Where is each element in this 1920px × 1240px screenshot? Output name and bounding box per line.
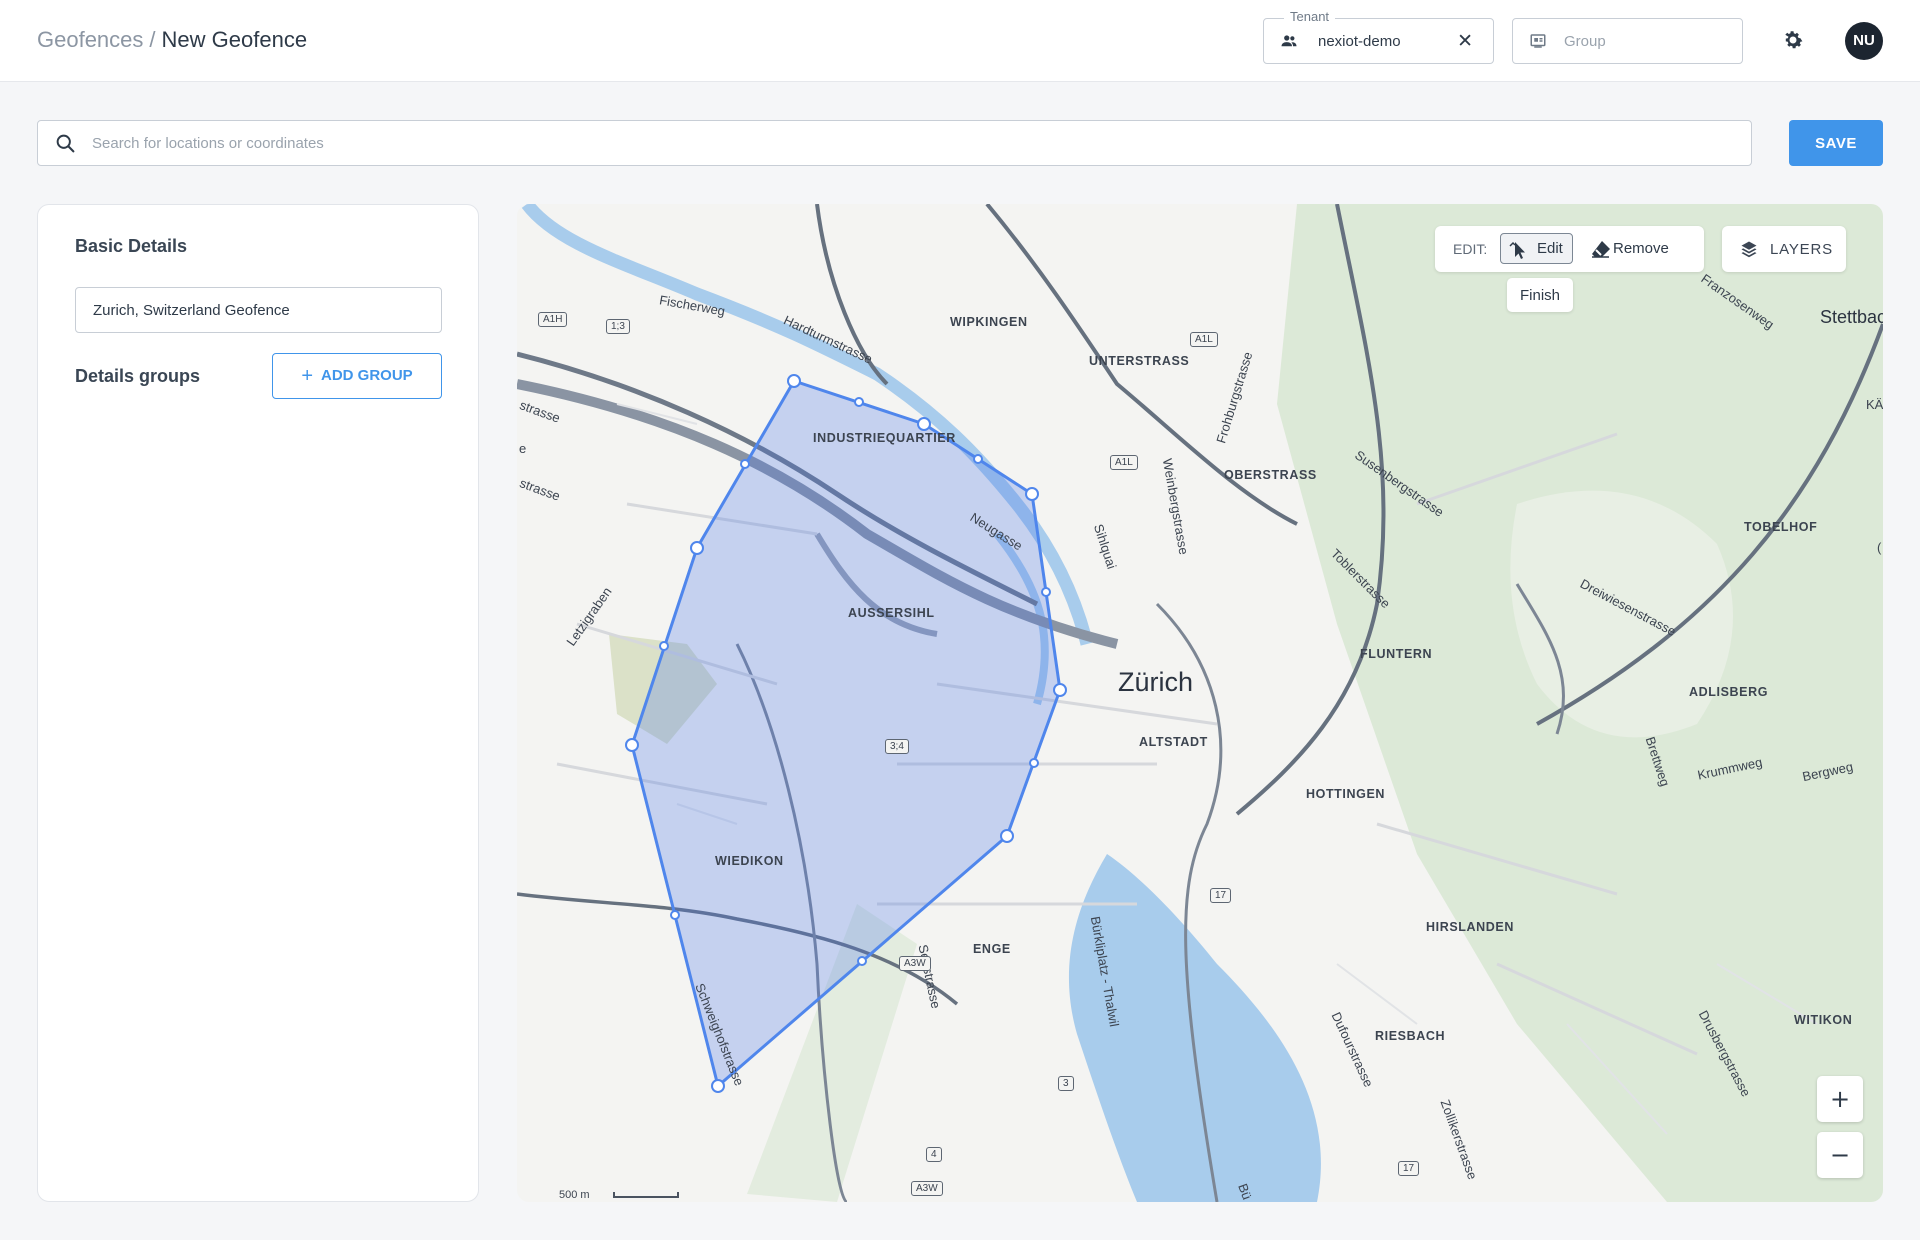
layers-label: LAYERS <box>1770 240 1833 258</box>
layers-button[interactable]: LAYERS <box>1722 226 1846 272</box>
district-label: WIEDIKON <box>715 854 784 868</box>
search-input[interactable] <box>92 129 1732 157</box>
road-shield: 17 <box>1398 1161 1420 1176</box>
basic-details-title: Basic Details <box>75 236 188 256</box>
road-shield: 3;4 <box>885 739 909 754</box>
zoom-in-button[interactable]: + <box>1817 1076 1863 1122</box>
place-label: KÄ <box>1866 397 1883 412</box>
breadcrumb-separator: / <box>149 27 156 52</box>
district-label: ADLISBERG <box>1689 685 1769 699</box>
road-shield: A3W <box>911 1181 943 1196</box>
tenant-select[interactable]: Tenant nexiot-demo ✕ <box>1263 9 1494 64</box>
road-shield: 3 <box>1058 1076 1074 1091</box>
layers-icon <box>1741 241 1757 258</box>
eraser-icon <box>1592 241 1610 258</box>
road-shield: A3W <box>899 956 931 971</box>
zoom-out-button[interactable]: − <box>1817 1132 1863 1178</box>
district-label: ENGE <box>973 942 1011 956</box>
district-label: ALTSTADT <box>1139 735 1208 749</box>
edit-toolbar-label: EDIT: <box>1453 241 1488 257</box>
plus-icon: + <box>301 364 313 387</box>
search-icon <box>55 133 76 159</box>
road-shield: A1H <box>538 312 568 327</box>
breadcrumb-geofences-link[interactable]: Geofences <box>37 27 143 52</box>
road-shield: 1;3 <box>606 319 630 334</box>
road-shield: A1L <box>1190 332 1218 347</box>
scale-bar <box>613 1192 679 1198</box>
gear-icon[interactable] <box>1781 28 1805 57</box>
users-icon <box>1280 32 1298 55</box>
save-button[interactable]: SAVE <box>1789 120 1883 166</box>
details-groups-label: Details groups <box>75 366 201 386</box>
cursor-edit-icon <box>1509 241 1525 259</box>
edit-shape-button[interactable]: Edit <box>1500 233 1573 264</box>
district-label: FLUNTERN <box>1360 647 1433 661</box>
add-group-label: ADD GROUP <box>321 366 413 384</box>
clear-tenant-icon[interactable]: ✕ <box>1457 30 1473 53</box>
add-group-button[interactable]: + ADD GROUP <box>272 353 442 399</box>
district-label: OBERSTRASS <box>1224 468 1317 482</box>
group-placeholder: Group <box>1564 33 1606 50</box>
remove-shape-button[interactable]: Remove <box>1583 233 1695 264</box>
scale-label: 500 m <box>559 1189 590 1201</box>
map-canvas[interactable]: Zürich WIPKINGEN UNTERSTRASS INDUSTRIEQU… <box>517 204 1883 1202</box>
city-label: Zürich <box>1118 667 1194 697</box>
breadcrumb: Geofences / New Geofence <box>37 27 307 53</box>
group-icon <box>1529 32 1547 55</box>
district-label: UNTERSTRASS <box>1089 354 1190 368</box>
edit-toolbar: EDIT: Edit Remove <box>1435 226 1704 272</box>
tenant-value: nexiot-demo <box>1318 33 1401 50</box>
location-search <box>37 120 1752 166</box>
district-label: AUSSERSIHL <box>848 606 935 620</box>
road-shield: 4 <box>926 1147 942 1162</box>
street-label: e <box>519 441 527 456</box>
place-label: Stettbac <box>1820 307 1883 327</box>
details-panel: Basic Details Details groups + ADD GROUP <box>37 204 479 1202</box>
group-select[interactable]: Group <box>1512 18 1743 64</box>
district-label: HOTTINGEN <box>1306 787 1386 801</box>
top-bar: Geofences / New Geofence Tenant nexiot-dem… <box>0 0 1920 82</box>
district-label: TOBELHOF <box>1744 520 1818 534</box>
geofence-name-field[interactable] <box>75 287 442 333</box>
tenant-label: Tenant <box>1284 9 1336 24</box>
finish-button[interactable]: Finish <box>1507 278 1573 312</box>
place-label: ( <box>1877 540 1882 555</box>
road-shield: 17 <box>1210 888 1232 903</box>
district-label: RIESBACH <box>1375 1029 1446 1043</box>
district-label: INDUSTRIEQUARTIER <box>813 431 956 445</box>
district-label: HIRSLANDEN <box>1426 920 1514 934</box>
page-title: New Geofence <box>161 27 308 52</box>
remove-label: Remove <box>1613 240 1669 257</box>
district-label: WITIKON <box>1794 1013 1853 1027</box>
edit-label: Edit <box>1537 240 1563 257</box>
avatar[interactable]: NU <box>1845 22 1883 60</box>
road-shield: A1L <box>1110 455 1138 470</box>
district-label: WIPKINGEN <box>950 315 1028 329</box>
